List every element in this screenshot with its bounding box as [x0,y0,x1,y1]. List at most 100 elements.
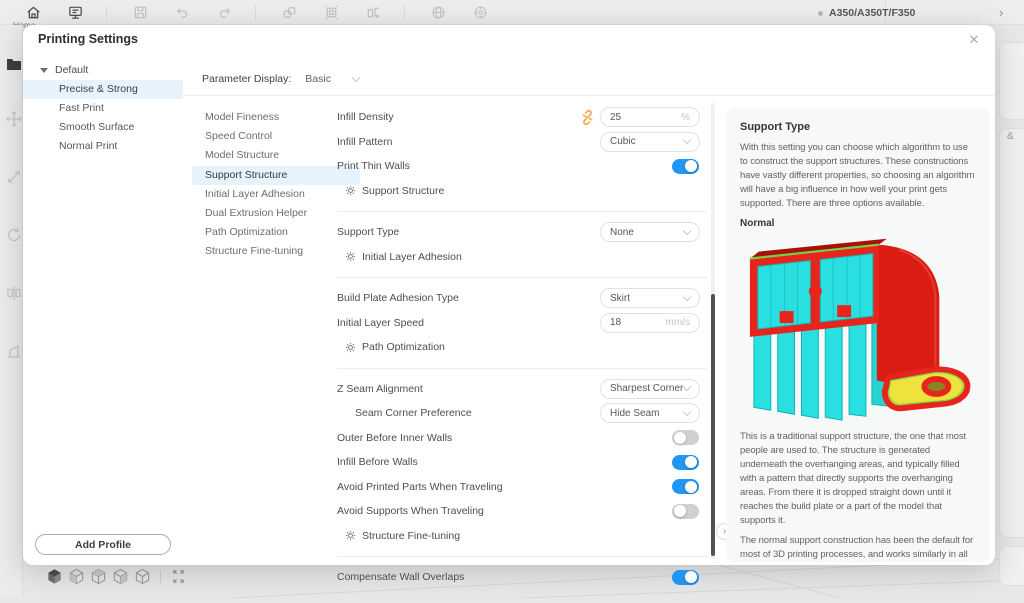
language-icon[interactable] [429,3,447,21]
view-toolbar [46,568,187,585]
nav-item[interactable]: Dual Extrusion Helper [192,204,360,223]
front-view-icon[interactable] [68,568,85,585]
help-intro: With this setting you can choose which a… [740,141,976,211]
dropdown[interactable]: Sharpest Corner [600,379,700,399]
chevron-down-icon [683,136,691,144]
dropdown-value: Cubic [610,136,636,147]
setting-row: Z Seam AlignmentSharpest Corner [337,377,707,402]
toggle-knob [685,456,697,468]
divider [337,368,707,369]
top-view-icon[interactable] [90,568,107,585]
chevron-down-icon[interactable] [352,73,360,81]
toggle[interactable] [672,159,699,174]
undo-icon[interactable] [173,3,191,21]
setting-label: Print Thin Walls [337,160,672,172]
parameter-display-bar: Parameter Display: Basic [183,63,995,96]
collapse-triangle-icon [40,68,48,73]
section-label: Support Structure [362,185,444,197]
left-view-icon[interactable] [112,568,129,585]
mirror-icon[interactable] [364,3,382,21]
setting-row: Avoid Printed Parts When Traveling [337,475,707,500]
open-file-icon[interactable] [5,55,23,73]
parameter-display-label: Parameter Display: [202,73,291,85]
arrange-icon[interactable] [280,3,298,21]
profile-item[interactable]: Normal Print [23,137,183,156]
support-tool-icon[interactable] [5,342,23,360]
nav-item[interactable]: Support Structure [192,166,360,185]
dock-card [999,42,1024,120]
section-header[interactable]: Initial Layer Adhesion [337,245,707,270]
toolbar-divider [106,5,107,20]
chevron-down-icon [683,227,691,235]
toggle-knob [685,481,697,493]
setting-label: Infill Before Walls [337,456,672,468]
nav-item[interactable]: Path Optimization [192,223,360,242]
value-input[interactable]: 18mm/s [600,313,700,333]
setting-label: Avoid Supports When Traveling [337,505,672,517]
add-profile-button[interactable]: Add Profile [35,534,171,555]
section-header[interactable]: Path Optimization [337,335,707,360]
divider [337,556,707,557]
fit-view-icon[interactable] [170,568,187,585]
align-icon[interactable] [322,3,340,21]
profile-group-row[interactable]: Default [23,60,183,80]
close-icon[interactable]: ✕ [965,31,983,49]
nav-item[interactable]: Speed Control [192,127,360,146]
toggle-knob [685,571,697,583]
toggle[interactable] [672,430,699,445]
toggle[interactable] [672,455,699,470]
move-tool-icon[interactable] [5,110,23,128]
dropdown[interactable]: Cubic [600,132,700,152]
setting-row: Infill Density25% [337,105,707,130]
home-icon[interactable] [24,3,42,21]
setting-label: Avoid Printed Parts When Traveling [337,481,672,493]
section-header[interactable]: Support Structure [337,179,707,204]
device-selector[interactable]: A350/A350T/F350 [818,7,915,19]
setting-label: Seam Corner Preference [337,407,600,419]
help-subheading: Normal [740,218,976,229]
setting-row: Build Plate Adhesion TypeSkirt [337,286,707,311]
setting-label: Outer Before Inner Walls [337,432,672,444]
setting-label: Z Seam Alignment [337,383,600,395]
toggle[interactable] [672,504,699,519]
dropdown[interactable]: Skirt [600,288,700,308]
nav-item[interactable]: Model Fineness [192,108,360,127]
panel-expand-icon[interactable]: › [999,5,1003,20]
save-icon[interactable] [131,3,149,21]
nav-item[interactable]: Structure Fine-tuning [192,242,360,261]
dropdown[interactable]: None [600,222,700,242]
section-header[interactable]: Structure Fine-tuning [337,524,707,549]
parameter-display-value[interactable]: Basic [305,73,331,85]
nav-item[interactable]: Model Structure [192,146,360,165]
rotate-tool-icon[interactable] [5,226,23,244]
redo-icon[interactable] [215,3,233,21]
gear-icon [345,342,356,353]
scale-tool-icon[interactable] [5,168,23,186]
toggle[interactable] [672,570,699,585]
left-toolbar [0,25,23,598]
profile-item[interactable]: Fast Print [23,99,183,118]
chevron-down-icon [683,383,691,391]
dropdown[interactable]: Hide Seam [600,403,700,423]
profile-item[interactable]: Smooth Surface [23,118,183,137]
scrollbar-thumb[interactable] [711,294,715,556]
toolbar-divider [255,5,256,20]
isometric-view-icon[interactable] [46,568,63,585]
mirror-tool-icon[interactable] [5,284,23,302]
profile-item[interactable]: Precise & Strong [23,80,183,99]
nav-item[interactable]: Initial Layer Adhesion [192,185,360,204]
workspace-icon[interactable] [66,3,84,21]
value-input[interactable]: 25% [600,107,700,127]
divider [337,211,707,212]
help-body: The normal support construction has been… [740,534,976,562]
help-title: Support Type [740,121,976,133]
preferences-icon[interactable] [471,3,489,21]
support-type-illustration [740,231,978,421]
chevron-down-icon [683,293,691,301]
right-view-icon[interactable] [134,568,151,585]
settings-rows: Infill Density25%Infill PatternCubicPrin… [337,105,707,590]
toggle-knob [674,505,686,517]
toggle[interactable] [672,479,699,494]
unlink-icon[interactable] [580,110,595,125]
setting-row: Initial Layer Speed18mm/s [337,311,707,336]
